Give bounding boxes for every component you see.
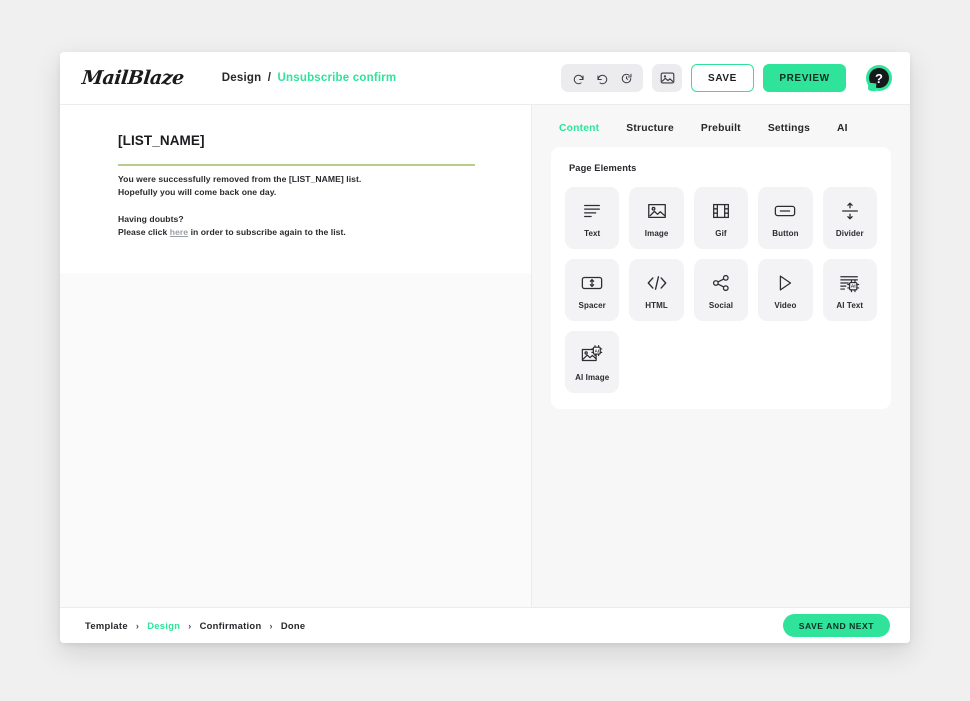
- save-and-next-button[interactable]: SAVE AND NEXT: [782, 614, 890, 637]
- element-label: HTML: [645, 300, 668, 310]
- element-gif[interactable]: Gif: [693, 187, 749, 249]
- email-title[interactable]: [LIST_NAME]: [118, 133, 475, 148]
- help-button[interactable]: ?: [866, 65, 892, 91]
- element-social[interactable]: Social: [693, 259, 749, 321]
- resubscribe-suffix: in order to subscribe again to the list.: [188, 226, 346, 237]
- editor-side-panel: Content Structure Prebuilt Settings AI P…: [532, 105, 910, 607]
- page-elements-grid: Text Image Gif Button Divider Spacer HTM…: [565, 187, 877, 393]
- element-divider[interactable]: Divider: [822, 187, 877, 249]
- element-image[interactable]: Image: [629, 187, 684, 249]
- element-video[interactable]: Video: [758, 259, 813, 321]
- play-icon: [774, 271, 796, 295]
- breadcrumb: Design / Unsubscribe confirm: [222, 72, 397, 84]
- element-html[interactable]: HTML: [629, 259, 684, 321]
- redo-button[interactable]: [591, 68, 613, 88]
- element-label: Text: [584, 228, 601, 238]
- element-label: AI Image: [575, 372, 610, 382]
- step-template[interactable]: Template: [85, 620, 128, 631]
- page-elements-card: Page Elements Text Image Gif Button Divi…: [551, 147, 891, 409]
- preview-button[interactable]: PREVIEW: [763, 64, 846, 92]
- email-body-line-1: You were successfully removed from the […: [118, 174, 362, 184]
- spacer-icon: [580, 271, 604, 295]
- app-body: [LIST_NAME] You were successfully remove…: [60, 105, 910, 607]
- step-separator: ›: [269, 620, 273, 631]
- button-icon: [773, 199, 797, 223]
- element-label: Divider: [835, 228, 864, 238]
- email-document[interactable]: [LIST_NAME] You were successfully remove…: [60, 105, 531, 274]
- step-confirmation[interactable]: Confirmation: [200, 620, 262, 631]
- element-label: Image: [644, 228, 669, 238]
- undo-icon: [572, 72, 585, 85]
- step-design[interactable]: Design: [147, 620, 180, 631]
- app-header: MailBlaze Design / Unsubscribe confirm S…: [60, 52, 910, 105]
- element-label: AI Text: [836, 300, 864, 310]
- email-body-line-2: Hopefully you will come back one day.: [118, 187, 277, 198]
- step-separator: ›: [135, 620, 140, 631]
- panel-tab-bar: Content Structure Prebuilt Settings AI: [532, 105, 910, 147]
- save-button[interactable]: SAVE: [691, 64, 754, 92]
- divider-icon: [839, 199, 861, 223]
- svg-text:AI: AI: [851, 283, 857, 289]
- code-icon: [645, 271, 669, 295]
- svg-text:AI: AI: [595, 348, 600, 353]
- redo-icon: [596, 72, 609, 85]
- question-mark-icon: ?: [869, 68, 889, 88]
- page-elements-title: Page Elements: [569, 163, 637, 173]
- text-lines-icon: [581, 199, 603, 223]
- step-done[interactable]: Done: [281, 620, 306, 631]
- restore-history-icon: [620, 72, 633, 85]
- wizard-steps: Template › Design › Confirmation › Done: [85, 620, 305, 631]
- history-button-group: [561, 64, 643, 92]
- email-body-line-4: Please click here in order to subscribe …: [118, 226, 475, 239]
- image-icon: [646, 199, 668, 223]
- tab-prebuilt[interactable]: Prebuilt: [701, 123, 741, 134]
- ai-text-icon: AI: [838, 271, 862, 295]
- element-label: Social: [708, 300, 734, 310]
- resubscribe-link[interactable]: here: [170, 227, 188, 237]
- element-ai-text[interactable]: AI AI Text: [822, 259, 877, 321]
- tab-content[interactable]: Content: [559, 123, 599, 134]
- element-label: Button: [772, 228, 799, 238]
- restore-history-button[interactable]: [615, 68, 637, 88]
- insert-image-button[interactable]: [652, 64, 682, 92]
- film-strip-icon: [710, 199, 732, 223]
- email-spacer: [118, 200, 475, 213]
- element-text[interactable]: Text: [565, 187, 620, 249]
- element-label: Video: [774, 300, 797, 310]
- step-separator: ›: [188, 620, 192, 631]
- header-actions: SAVE PREVIEW ?: [561, 64, 892, 92]
- breadcrumb-current: Unsubscribe confirm: [277, 72, 397, 84]
- undo-button[interactable]: [567, 68, 589, 88]
- element-ai-image[interactable]: AI AI Image: [565, 331, 620, 393]
- tab-settings[interactable]: Settings: [768, 123, 810, 134]
- email-canvas-pane[interactable]: [LIST_NAME] You were successfully remove…: [60, 105, 532, 607]
- breadcrumb-parent[interactable]: Design: [222, 72, 262, 84]
- tab-ai[interactable]: AI: [837, 123, 848, 134]
- element-label: Gif: [715, 228, 727, 238]
- email-divider-rule: [118, 164, 475, 166]
- ai-image-icon: AI: [580, 343, 604, 367]
- share-icon: [710, 271, 732, 295]
- tab-structure[interactable]: Structure: [626, 123, 674, 134]
- email-body-line-3: Having doubts?: [118, 213, 184, 224]
- resubscribe-prefix: Please click: [118, 226, 170, 237]
- app-footer: Template › Design › Confirmation › Done …: [60, 607, 910, 643]
- element-spacer[interactable]: Spacer: [565, 259, 620, 321]
- image-icon: [660, 71, 675, 85]
- element-button[interactable]: Button: [758, 187, 813, 249]
- brand-logo: MailBlaze: [80, 67, 185, 89]
- element-label: Spacer: [578, 300, 606, 310]
- app-window: MailBlaze Design / Unsubscribe confirm S…: [60, 52, 910, 643]
- breadcrumb-separator: /: [267, 72, 272, 84]
